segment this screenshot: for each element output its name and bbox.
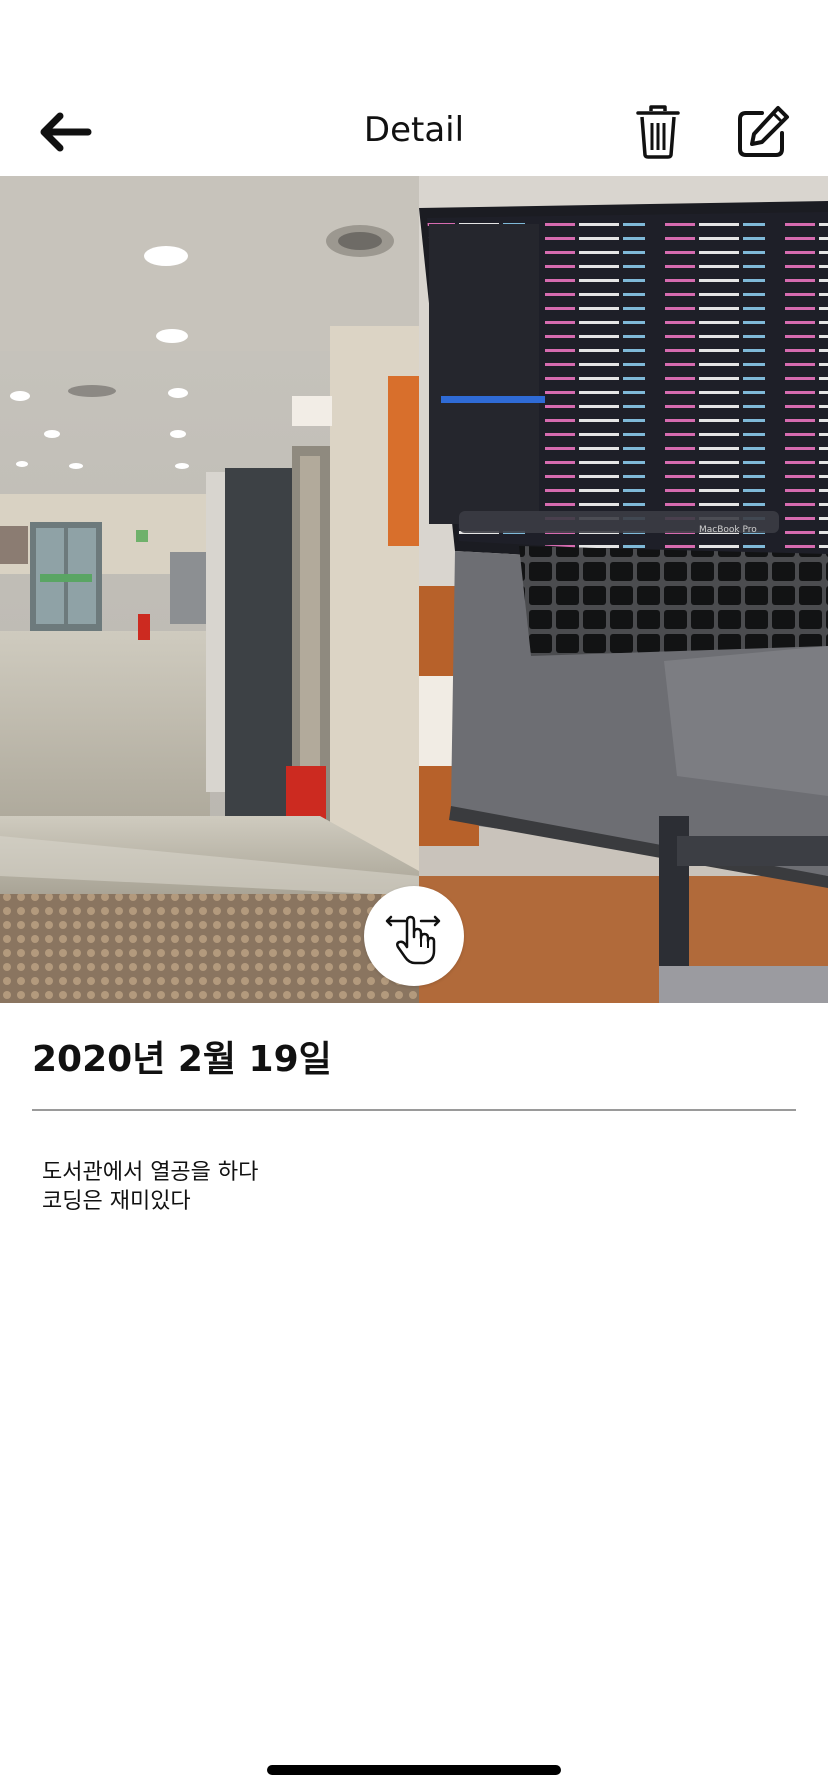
trash-icon xyxy=(636,105,680,159)
laptop-brand-label: MacBook Pro xyxy=(699,525,757,535)
home-indicator[interactable] xyxy=(267,1765,561,1775)
compare-swipe-handle[interactable] xyxy=(364,886,464,986)
after-photo: MacBook Pro xyxy=(419,176,828,1003)
memo-line: 코딩은 재미있다 xyxy=(42,1189,191,1214)
page-title: Detail xyxy=(363,110,465,150)
delete-button[interactable] xyxy=(630,102,686,162)
swipe-hand-icon xyxy=(385,915,441,965)
navigation-bar: Detail xyxy=(0,88,828,176)
divider xyxy=(32,1109,796,1111)
edit-button[interactable] xyxy=(732,102,794,162)
before-photo xyxy=(0,176,419,1003)
photo-comparison[interactable]: MacBook Pro xyxy=(0,176,828,1003)
entry-memo: 도서관에서 열공을 하다 코딩은 재미있다 xyxy=(42,1158,782,1216)
pencil-square-icon xyxy=(738,106,789,157)
entry-date: 2020년 2월 19일 xyxy=(32,1039,332,1080)
memo-line: 도서관에서 열공을 하다 xyxy=(42,1160,259,1185)
